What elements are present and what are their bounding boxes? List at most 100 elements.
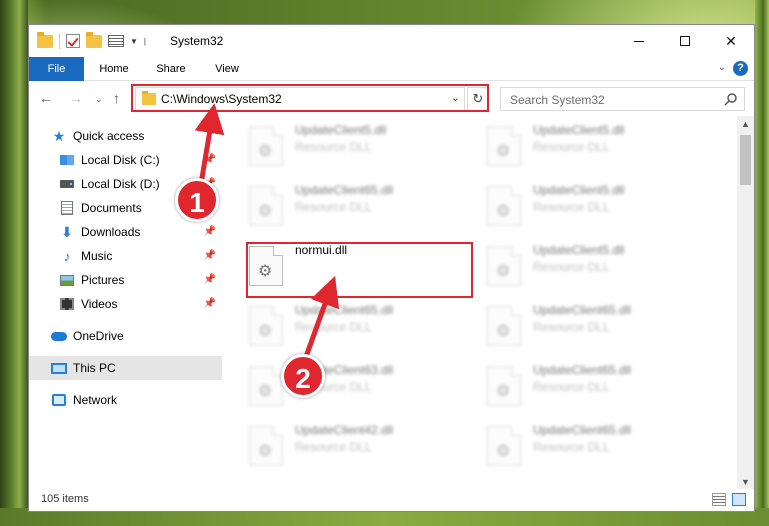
sidebar-item-label: Local Disk (D:) (81, 177, 160, 191)
expand-ribbon-icon[interactable]: ⌄ (718, 62, 726, 73)
navigation-pane: ★ Quick access Local Disk (C:) 📌 Local D… (29, 116, 222, 490)
help-icon[interactable]: ? (733, 61, 748, 76)
file-item[interactable]: ⚙ UpdateClient5.dll Resource DLL (485, 120, 710, 172)
tab-home[interactable]: Home (89, 57, 139, 81)
file-list: ⚙ UpdateClient5.dll Resource DLL ⚙ Updat… (239, 116, 734, 490)
sidebar-item-label: Network (73, 393, 118, 407)
toolbar-divider (59, 33, 60, 49)
close-icon: ✕ (725, 32, 737, 49)
pictures-icon (60, 274, 74, 286)
file-type: Resource DLL (533, 380, 610, 394)
back-arrow-icon[interactable]: ← (39, 90, 53, 106)
up-arrow-icon[interactable]: ↑ (113, 90, 120, 106)
status-bar: 105 items (29, 489, 754, 511)
close-button[interactable]: ✕ (708, 25, 754, 57)
file-name: UpdateClient65.dll (533, 363, 632, 377)
file-type: Resource DLL (533, 260, 610, 274)
file-item[interactable]: ⚙ UpdateClient65.dll Resource DLL (247, 180, 472, 232)
file-item[interactable]: ⚙ UpdateClient65.dll Resource DLL (485, 420, 710, 472)
maximize-button[interactable] (662, 25, 708, 57)
gear-icon: ⚙ (258, 443, 273, 460)
gear-icon: ⚙ (258, 323, 273, 340)
file-item[interactable]: ⚙ UpdateClient65.dll Resource DLL (485, 300, 710, 352)
toolbar-separator-icon: | (143, 36, 146, 46)
folder-icon (37, 31, 53, 48)
sidebar-item-local-disk-c[interactable]: Local Disk (C:) 📌 (59, 148, 222, 172)
properties-check-icon[interactable] (66, 34, 80, 48)
file-item[interactable]: ⚙ UpdateClient63.dll Resource DLL (247, 360, 472, 412)
file-icon: ⚙ (249, 426, 283, 466)
pin-icon[interactable]: 📌 (204, 274, 216, 285)
file-name: UpdateClient65.dll (533, 303, 632, 317)
gear-icon: ⚙ (496, 383, 511, 400)
search-input[interactable]: Search System32 (500, 87, 745, 111)
file-item[interactable]: ⚙ UpdateClient42.dll Resource DLL (247, 420, 472, 472)
sidebar-item-pictures[interactable]: Pictures 📌 (59, 268, 222, 292)
large-icons-view-icon[interactable] (732, 493, 746, 506)
sidebar-item-this-pc[interactable]: This PC (29, 356, 222, 380)
sidebar-item-label: Videos (81, 297, 118, 311)
search-placeholder: Search System32 (510, 93, 605, 107)
sidebar-item-onedrive[interactable]: OneDrive (51, 324, 222, 348)
new-folder-icon[interactable] (86, 31, 102, 48)
details-view-icon[interactable] (712, 493, 726, 506)
window-title: System32 (170, 34, 224, 48)
sidebar-item-music[interactable]: ♪ Music 📌 (59, 244, 222, 268)
scroll-thumb[interactable] (740, 135, 751, 185)
file-item[interactable]: ⚙ UpdateClient65.dll Resource DLL (485, 360, 710, 412)
cloud-icon (51, 331, 67, 341)
tab-view[interactable]: View (203, 57, 251, 81)
pin-icon[interactable]: 📌 (204, 154, 216, 165)
gear-icon: ⚙ (496, 263, 511, 280)
file-type: Resource DLL (533, 320, 610, 334)
file-icon: ⚙ (487, 126, 521, 166)
file-icon: ⚙ (249, 366, 283, 406)
sidebar-item-label: This PC (73, 361, 116, 375)
sidebar-item-network[interactable]: Network (51, 388, 222, 412)
file-icon: ⚙ (249, 186, 283, 226)
file-icon: ⚙ (487, 366, 521, 406)
forward-arrow-icon[interactable]: → (69, 90, 83, 106)
step-2-badge: 2 (281, 354, 325, 398)
file-item[interactable]: ⚙ UpdateClient5.dll Resource DLL (485, 240, 710, 292)
scroll-up-icon[interactable]: ▲ (741, 119, 750, 129)
file-name: UpdateClient65.dll (533, 423, 632, 437)
file-item[interactable]: ⚙ UpdateClient5.dll Resource DLL (485, 180, 710, 232)
pin-icon[interactable]: 📌 (204, 226, 216, 237)
gear-icon: ⚙ (496, 203, 511, 220)
file-item[interactable]: ⚙ UpdateClient5.dll Resource DLL (247, 120, 472, 172)
file-name: UpdateClient5.dll (533, 243, 625, 257)
pin-icon[interactable]: 📌 (204, 298, 216, 309)
star-icon: ★ (52, 127, 66, 144)
minimize-button[interactable] (616, 25, 662, 57)
sidebar-item-downloads[interactable]: ⬇ Downloads 📌 (59, 220, 222, 244)
sidebar-item-quick-access[interactable]: ★ Quick access (51, 124, 222, 148)
gear-icon: ⚙ (496, 323, 511, 340)
sidebar-item-label: Local Disk (C:) (81, 153, 160, 167)
file-name: UpdateClient5.dll (533, 123, 625, 137)
vertical-scrollbar[interactable]: ▲ ▼ (737, 116, 754, 490)
gear-icon: ⚙ (496, 443, 511, 460)
pc-icon (51, 362, 67, 374)
properties-icon[interactable] (108, 35, 124, 47)
file-item[interactable]: ⚙ UpdateClient65.dll Resource DLL (247, 300, 472, 352)
scroll-down-icon[interactable]: ▼ (741, 477, 750, 487)
sidebar-item-label: Documents (81, 201, 142, 215)
file-name: UpdateClient5.dll (533, 183, 625, 197)
documents-icon (61, 201, 73, 215)
recent-locations-icon[interactable]: ⌄ (95, 94, 103, 105)
customize-toolbar-icon[interactable]: ▼ (130, 37, 138, 46)
tab-file[interactable]: File (29, 57, 84, 81)
tab-share[interactable]: Share (145, 57, 197, 81)
file-icon: ⚙ (487, 426, 521, 466)
sidebar-item-label: Music (81, 249, 113, 263)
sidebar-item-videos[interactable]: Videos 📌 (59, 292, 222, 316)
gear-icon: ⚙ (258, 383, 273, 400)
wallpaper-right (755, 0, 769, 526)
search-icon[interactable] (724, 92, 738, 106)
item-count: 105 items (41, 493, 89, 505)
pin-icon[interactable]: 📌 (204, 250, 216, 261)
quick-access-toolbar: ▼ | (37, 31, 146, 49)
gear-icon: ⚙ (258, 143, 273, 160)
sidebar-item-label: Quick access (73, 129, 145, 143)
